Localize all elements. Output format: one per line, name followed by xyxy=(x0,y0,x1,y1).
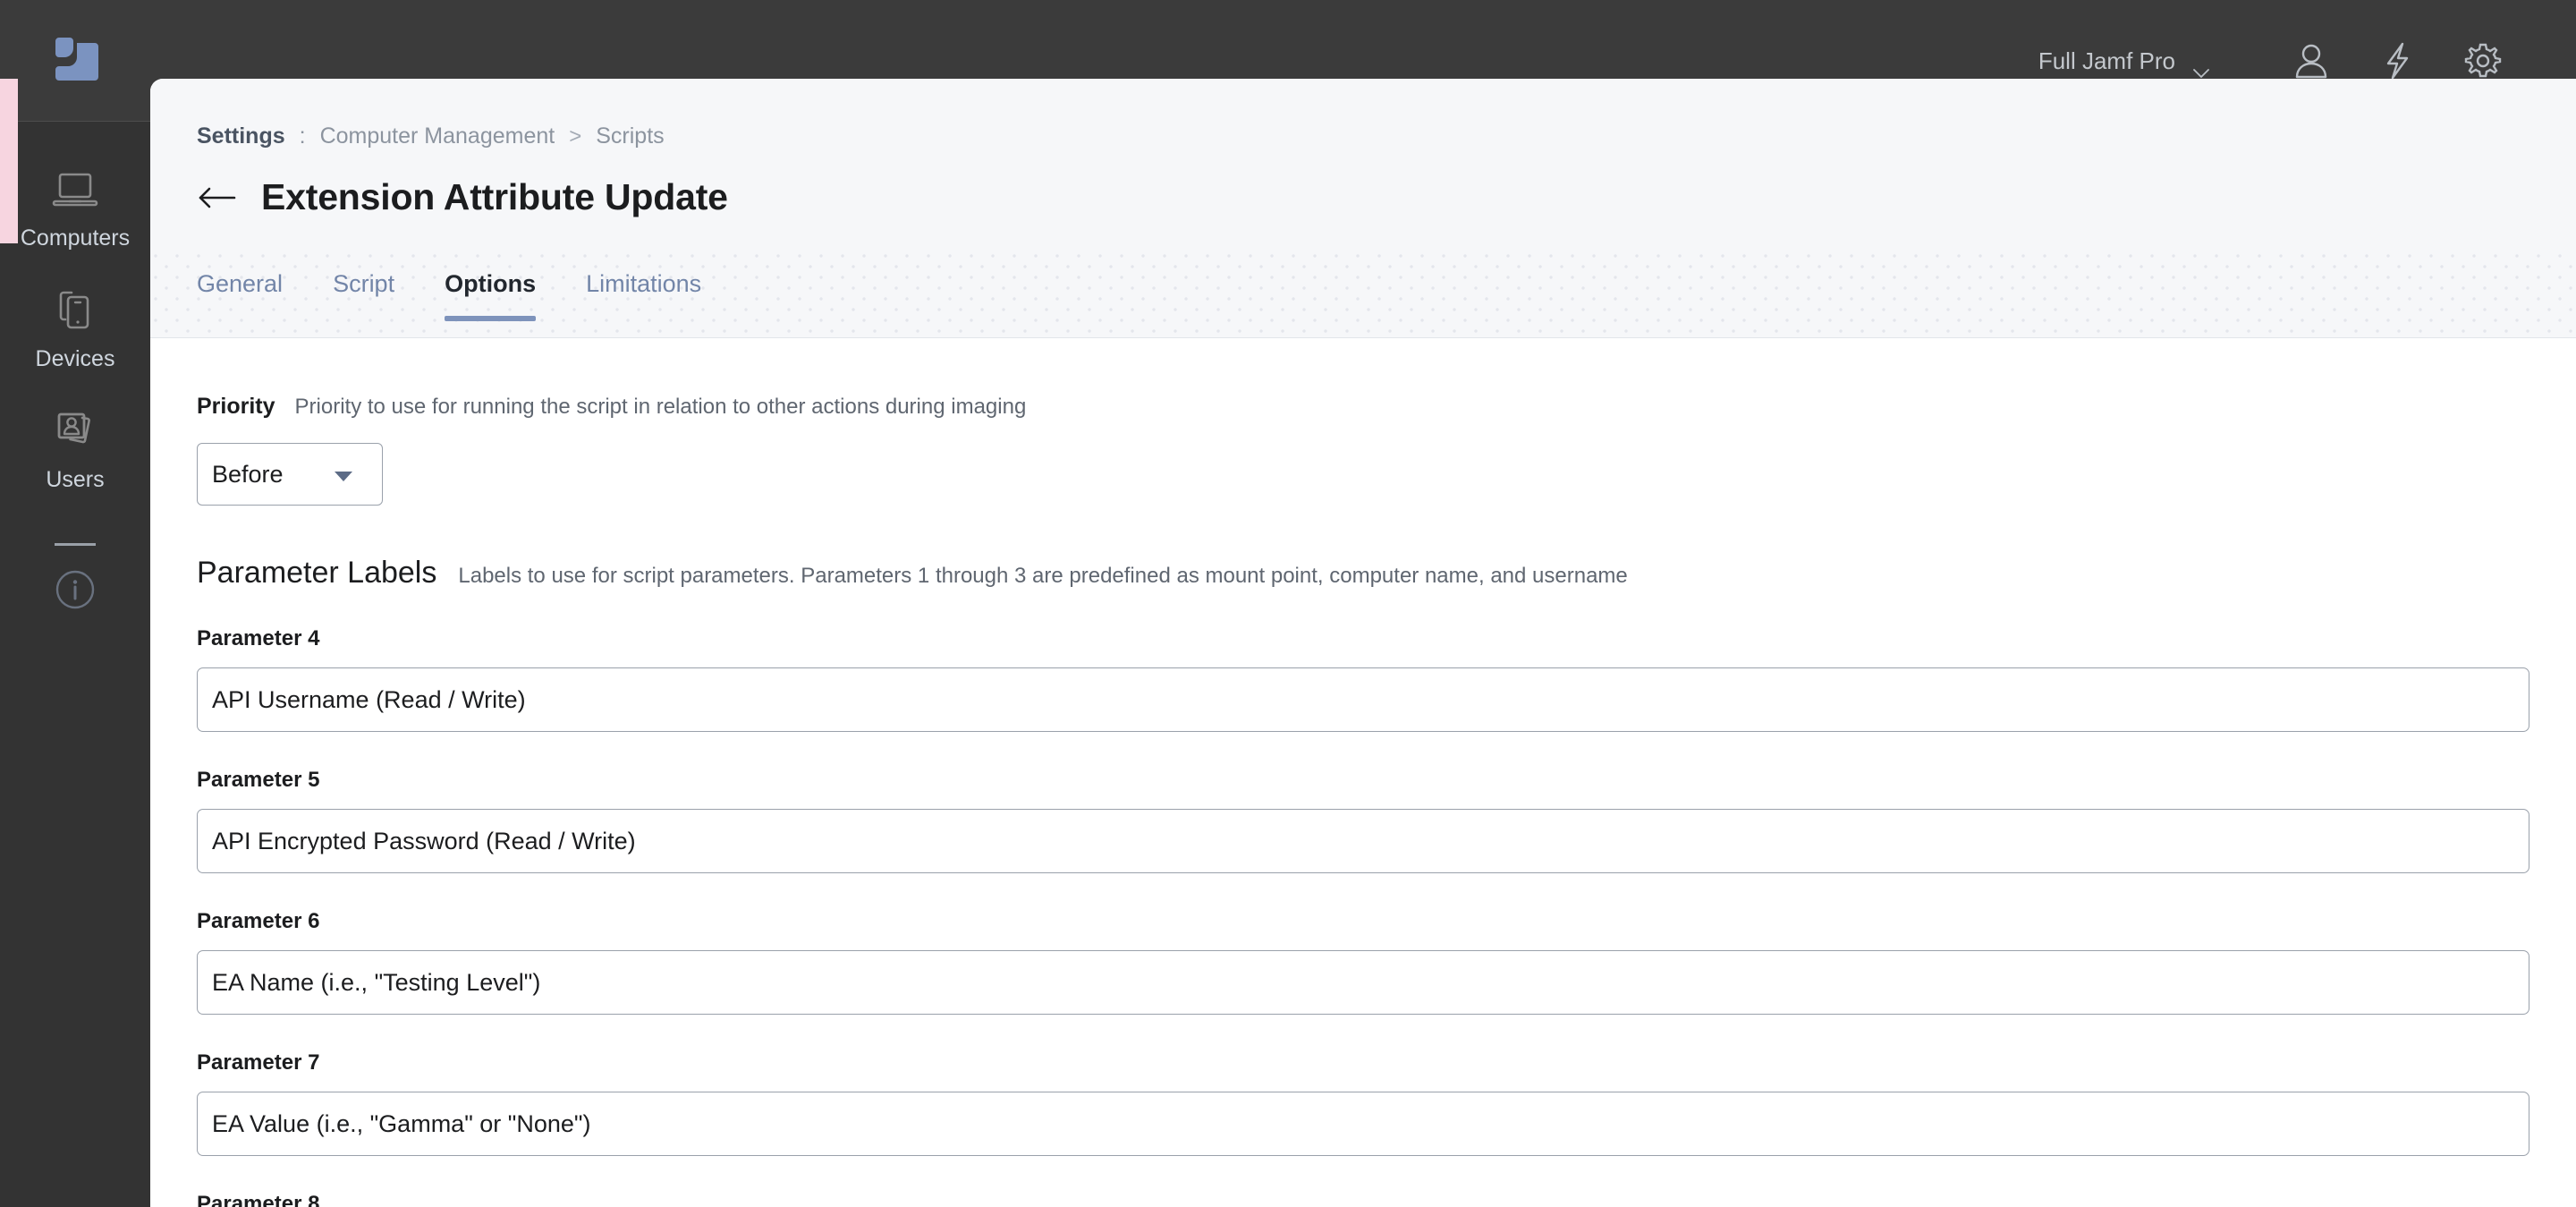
sidebar-item-computers[interactable]: Computers xyxy=(0,145,150,266)
parameter-7-block: Parameter 7 xyxy=(197,1050,2529,1156)
tab-bar: General Script Options Limitations xyxy=(150,251,2576,338)
breadcrumb-separator: > xyxy=(569,123,582,149)
breadcrumb-colon: : xyxy=(299,123,306,149)
breadcrumb-section[interactable]: Computer Management xyxy=(320,125,555,148)
options-form: Priority Priority to use for running the… xyxy=(150,338,2576,1207)
parameter-8-label: Parameter 8 xyxy=(197,1192,320,1207)
parameter-4-label: Parameter 4 xyxy=(197,626,320,650)
accent-rail xyxy=(0,79,18,243)
parameter-labels-title: Parameter Labels xyxy=(197,556,437,590)
breadcrumb-leaf[interactable]: Scripts xyxy=(596,125,664,148)
priority-field-header: Priority Priority to use for running the… xyxy=(197,394,2529,420)
tab-general[interactable]: General xyxy=(197,251,283,319)
parameter-7-input[interactable] xyxy=(197,1092,2529,1156)
content-panel: Settings : Computer Management > Scripts… xyxy=(150,79,2576,1207)
back-arrow-icon[interactable] xyxy=(197,184,236,211)
parameter-6-label: Parameter 6 xyxy=(197,909,320,933)
sidebar-item-users[interactable]: Users xyxy=(0,387,150,507)
parameter-7-label: Parameter 7 xyxy=(197,1050,320,1075)
parameter-5-label: Parameter 5 xyxy=(197,768,320,792)
parameter-labels-help: Labels to use for script parameters. Par… xyxy=(458,564,1628,588)
breadcrumb: Settings : Computer Management > Scripts xyxy=(197,125,2576,148)
tab-limitations[interactable]: Limitations xyxy=(586,251,701,319)
priority-select[interactable]: BeforeAfterAt Reboot xyxy=(197,443,383,506)
jamf-logo[interactable] xyxy=(50,32,104,86)
parameter-labels-header: Parameter Labels Labels to use for scrip… xyxy=(197,556,2529,591)
parameter-8-block: Parameter 8 xyxy=(197,1192,2529,1207)
tab-options[interactable]: Options xyxy=(445,251,537,321)
parameter-4-block: Parameter 4 xyxy=(197,626,2529,732)
users-icon xyxy=(50,406,100,456)
sidebar-item-devices[interactable]: Devices xyxy=(0,266,150,387)
page-title: Extension Attribute Update xyxy=(261,176,728,217)
parameter-5-input[interactable] xyxy=(197,809,2529,873)
jamf-pro-window: Full Jamf Pro Computers Devices Users Se… xyxy=(0,0,2576,1207)
tab-script[interactable]: Script xyxy=(333,251,394,319)
priority-select-wrap: BeforeAfterAt Reboot xyxy=(197,443,383,506)
chevron-down-icon xyxy=(2193,56,2209,79)
context-switcher-label: Full Jamf Pro xyxy=(2038,47,2175,74)
breadcrumb-root[interactable]: Settings xyxy=(197,125,285,148)
sidebar-divider xyxy=(55,543,96,546)
page-title-row: Extension Attribute Update xyxy=(197,176,2576,218)
info-circle-icon[interactable] xyxy=(55,569,96,610)
laptop-icon xyxy=(50,165,100,215)
context-switcher[interactable]: Full Jamf Pro xyxy=(2038,47,2209,79)
mobile-devices-icon xyxy=(50,285,100,336)
sidebar-item-label: Users xyxy=(46,467,105,492)
priority-label: Priority xyxy=(197,394,275,419)
primary-sidebar: Computers Devices Users xyxy=(0,122,150,1207)
sidebar-item-label: Devices xyxy=(35,346,115,371)
parameter-6-block: Parameter 6 xyxy=(197,909,2529,1015)
parameter-5-block: Parameter 5 xyxy=(197,768,2529,873)
content-header: Settings : Computer Management > Scripts… xyxy=(150,79,2576,218)
sidebar-item-label: Computers xyxy=(20,225,131,251)
parameter-6-input[interactable] xyxy=(197,950,2529,1015)
parameter-4-input[interactable] xyxy=(197,667,2529,732)
priority-help-text: Priority to use for running the script i… xyxy=(294,395,1027,419)
